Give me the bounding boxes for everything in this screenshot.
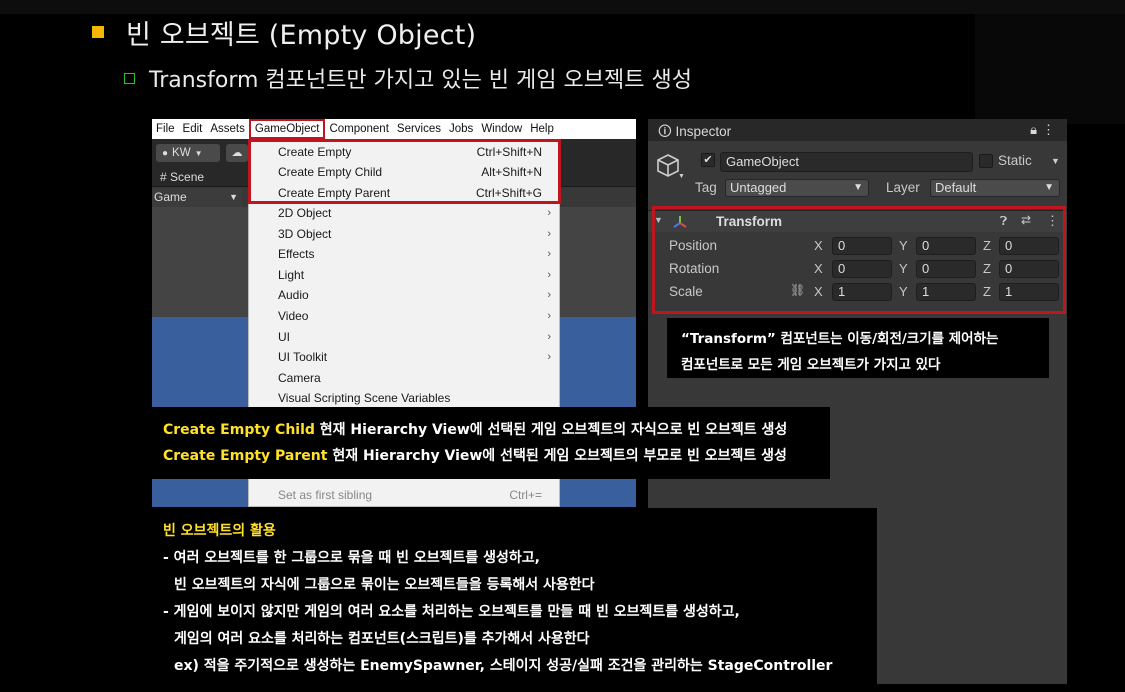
game-view-dropdown[interactable]: Game ▼ (152, 188, 242, 207)
tab-scene[interactable]: # Scene (154, 168, 210, 187)
tag-label: Tag (695, 180, 717, 195)
menu-item-label: Light (278, 268, 305, 282)
static-checkbox[interactable] (979, 154, 993, 168)
usage-heading: 빈 오브젝트의 활용 (163, 523, 276, 539)
game-view-label: Game (154, 190, 187, 204)
menu-item-light[interactable]: Light › (249, 265, 559, 285)
chevron-right-icon: › (547, 207, 551, 219)
menu-component[interactable]: Component (325, 119, 392, 139)
menu-assets[interactable]: Assets (206, 119, 249, 139)
lock-icon[interactable]: 🔒︎ (1030, 122, 1037, 138)
create-empty-highlight (248, 139, 561, 204)
menu-item-label: Visual Scripting Scene Variables (278, 391, 451, 405)
chevron-down-icon[interactable]: ▼ (1051, 156, 1060, 166)
menu-services[interactable]: Services (393, 119, 445, 139)
menu-item-effects[interactable]: Effects › (249, 244, 559, 264)
account-label: KW (172, 147, 191, 159)
menu-window[interactable]: Window (477, 119, 526, 139)
child-desc: 현재 Hierarchy View에 선택된 게임 오브젝트의 자식으로 빈 오… (314, 422, 788, 438)
hash-icon: # (160, 170, 167, 184)
usage-line-2b: 게임의 여러 요소를 처리하는 컴포넌트(스크립트)를 추가해서 사용한다 (174, 631, 590, 647)
chevron-down-icon: ▼ (194, 148, 203, 158)
parent-explanation: Create Empty Parent 현재 Hierarchy View에 선… (163, 443, 819, 469)
slide-subtitle-text: Transform 컴포넌트만 가지고 있는 빈 게임 오브젝트 생성 (149, 68, 692, 93)
layer-label: Layer (886, 180, 920, 195)
chevron-right-icon: › (547, 248, 551, 260)
usage-example: ex) 적을 주기적으로 생성하는 EnemySpawner, 스테이지 성공/… (174, 658, 833, 674)
tag-value: Untagged (730, 180, 787, 195)
inspector-title: 🛈 Inspector (658, 122, 731, 145)
menu-item-visual-scripting-scene-variables[interactable]: Visual Scripting Scene Variables (249, 388, 559, 408)
slide-title: 빈 오브젝트 (Empty Object) (92, 14, 477, 51)
inspector-title-text: Inspector (675, 124, 732, 139)
tab-scene-label: Scene (170, 170, 205, 184)
menu-item-label: Video (278, 309, 309, 323)
transform-note-line1: “Transform” 컴포넌트는 이동/회전/크기를 제어하는 (681, 331, 999, 347)
empty-object-usage: 빈 오브젝트의 활용 - 여러 오브젝트를 한 그룹으로 묶을 때 빈 오브젝트… (152, 508, 877, 686)
usage-line-1a: - 여러 오브젝트를 한 그룹으로 묶을 때 빈 오브젝트를 생성하고, (163, 550, 540, 566)
background-editor-panel (975, 14, 1125, 124)
menu-item-label: Camera (278, 371, 321, 385)
info-icon: 🛈 (658, 124, 672, 139)
menu-item-label: 3D Object (278, 227, 332, 241)
parent-desc: 현재 Hierarchy View에 선택된 게임 오브젝트의 부모로 빈 오브… (327, 448, 787, 464)
parent-term: Create Empty Parent (163, 448, 328, 464)
slide-subtitle: Transform 컴포넌트만 가지고 있는 빈 게임 오브젝트 생성 (124, 62, 692, 94)
menu-item-ui[interactable]: UI › (249, 327, 559, 347)
chevron-down-icon: ▼ (678, 173, 685, 180)
inspector-tab[interactable]: 🛈 Inspector 🔒︎ ⋮ (648, 119, 1067, 141)
menu-item-label: Set as first sibling (278, 488, 373, 502)
menu-item-2d-object[interactable]: 2D Object › (249, 203, 559, 223)
account-button[interactable]: ● KW ▼ (156, 144, 220, 162)
menu-item-label: 2D Object (278, 206, 332, 220)
cloud-button[interactable]: ☁ (226, 144, 248, 162)
menu-jobs[interactable]: Jobs (445, 119, 477, 139)
chevron-down-icon: ▼ (229, 192, 238, 202)
title-bullet-icon (92, 26, 104, 38)
chevron-down-icon: ▼ (853, 182, 863, 193)
menu-item-label: Audio (278, 288, 309, 302)
kebab-menu-icon[interactable]: ⋮ (1042, 122, 1055, 138)
usage-line-2a: - 게임에 보이지 않지만 게임의 여러 요소를 처리하는 오브젝트를 만들 때… (163, 604, 740, 620)
menu-item-video[interactable]: Video › (249, 306, 559, 326)
chevron-down-icon: ▼ (1044, 182, 1054, 193)
transform-highlight (652, 206, 1066, 314)
create-empty-explanation: Create Empty Child 현재 Hierarchy View에 선택… (152, 407, 830, 479)
menu-item-label: UI (278, 330, 290, 344)
child-term: Create Empty Child (163, 422, 315, 438)
static-label: Static (998, 153, 1032, 168)
chevron-right-icon: › (547, 269, 551, 281)
menu-item-ui-toolkit[interactable]: UI Toolkit › (249, 347, 559, 367)
menu-item-audio[interactable]: Audio › (249, 285, 559, 305)
menu-bar: File Edit Assets GameObject Component Service… (152, 119, 636, 139)
menu-edit[interactable]: Edit (179, 119, 207, 139)
menu-item-3d-object[interactable]: 3D Object › (249, 224, 559, 244)
chevron-right-icon: › (547, 331, 551, 343)
chevron-right-icon: › (547, 351, 551, 363)
active-checkbox[interactable]: ✔ (701, 153, 715, 167)
chevron-right-icon: › (547, 289, 551, 301)
child-explanation: Create Empty Child 현재 Hierarchy View에 선택… (163, 417, 819, 443)
gameobject-cube-icon (657, 154, 679, 177)
subtitle-bullet-icon (124, 72, 135, 84)
menu-item-set-as-first-sibling[interactable]: Set as first sibling Ctrl+= (249, 485, 559, 505)
menu-item-shortcut: Ctrl+= (509, 488, 542, 502)
menu-file[interactable]: File (152, 119, 179, 139)
cloud-icon: ● (162, 147, 169, 159)
usage-line-1b: 빈 오브젝트의 자식에 그룹으로 묶이는 오브젝트들을 등록해서 사용한다 (174, 577, 595, 593)
menu-gameobject[interactable]: GameObject (248, 119, 326, 139)
transform-note: “Transform” 컴포넌트는 이동/회전/크기를 제어하는 컴포넌트로 모… (667, 318, 1049, 378)
menu-item-camera[interactable]: Camera (249, 368, 559, 388)
menu-item-label: UI Toolkit (278, 350, 328, 364)
menu-help[interactable]: Help (526, 119, 558, 139)
layer-value: Default (935, 180, 977, 195)
layer-dropdown[interactable]: Default ▼ (930, 179, 1060, 197)
transform-note-line2: 컴포넌트로 모든 게임 오브젝트가 가지고 있다 (681, 357, 941, 373)
slide-title-text: 빈 오브젝트 (Empty Object) (126, 19, 477, 51)
chevron-right-icon: › (547, 310, 551, 322)
tag-dropdown[interactable]: Untagged ▼ (725, 179, 869, 197)
chevron-right-icon: › (547, 228, 551, 240)
object-name-field[interactable]: GameObject (720, 152, 973, 172)
menu-item-label: Effects (278, 247, 315, 261)
